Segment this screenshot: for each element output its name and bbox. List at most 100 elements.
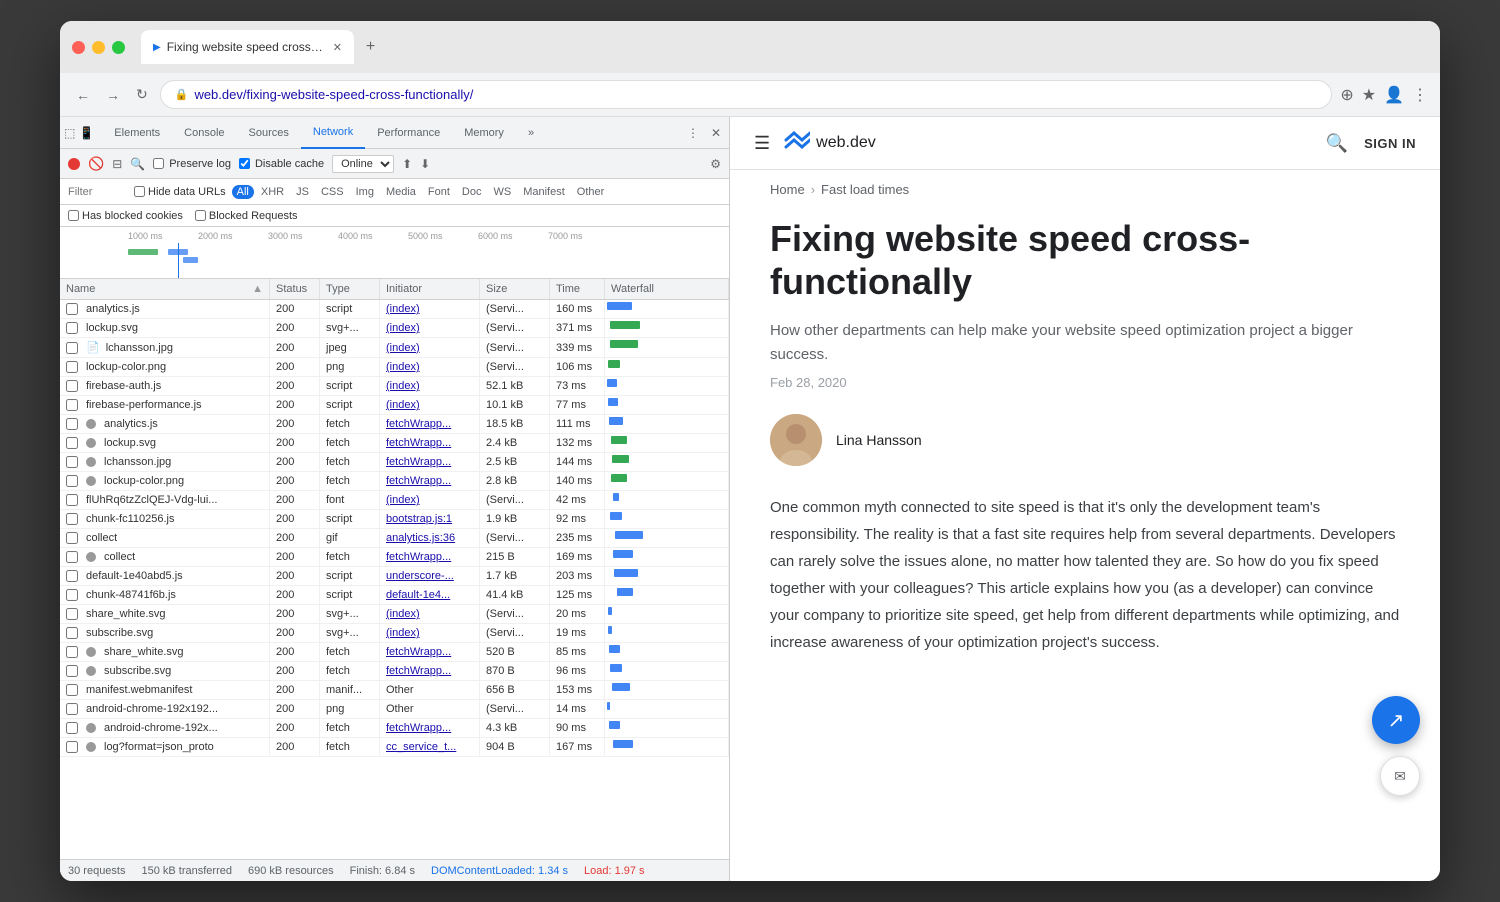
page-header: ☰ web.dev 🔍 SIGN IN — [730, 117, 1440, 170]
browser-window: ▶ Fixing website speed cross-fu... ✕ + ←… — [60, 21, 1440, 881]
table-row[interactable]: lockup.svg 200 svg+... (index) (Servi...… — [60, 319, 729, 338]
address-input[interactable]: 🔒 web.dev/fixing-website-speed-cross-fun… — [160, 80, 1333, 109]
table-row[interactable]: collect 200 fetch fetchWrapp... 215 B 16… — [60, 548, 729, 567]
upload-icon[interactable]: ⬆ — [402, 157, 412, 171]
devtools-device-icon[interactable]: 📱 — [79, 126, 94, 140]
filter-icon[interactable]: ⊟ — [112, 157, 122, 171]
table-row[interactable]: chunk-48741f6b.js 200 script default-1e4… — [60, 586, 729, 605]
tab-bar: ▶ Fixing website speed cross-fu... ✕ + — [141, 30, 1428, 64]
maximize-button[interactable] — [112, 41, 125, 54]
table-row[interactable]: lockup.svg 200 fetch fetchWrapp... 2.4 k… — [60, 434, 729, 453]
table-row[interactable]: android-chrome-192x... 200 fetch fetchWr… — [60, 719, 729, 738]
breadcrumb-home[interactable]: Home — [770, 182, 805, 197]
timeline-label-3000: 3000 ms — [268, 231, 303, 241]
table-row[interactable]: lockup-color.png 200 png (index) (Servi.… — [60, 358, 729, 377]
hamburger-icon[interactable]: ☰ — [754, 133, 770, 154]
table-row[interactable]: manifest.webmanifest 200 manif... Other … — [60, 681, 729, 700]
domcontent-loaded-time[interactable]: DOMContentLoaded: 1.34 s — [431, 865, 568, 877]
filter-ws[interactable]: WS — [488, 185, 516, 199]
avatar — [770, 414, 822, 466]
devtools-close-icon[interactable]: ✕ — [707, 122, 725, 144]
tab-close-icon[interactable]: ✕ — [333, 41, 342, 54]
search-button[interactable]: 🔍 — [130, 157, 145, 171]
table-row[interactable]: analytics.js 200 script (index) (Servi..… — [60, 300, 729, 319]
filter-xhr[interactable]: XHR — [256, 185, 289, 199]
table-header: Name ▲ Status Type Initiator Size Time W… — [60, 279, 729, 300]
url-text: web.dev/fixing-website-speed-cross-funct… — [194, 87, 473, 102]
table-row[interactable]: firebase-auth.js 200 script (index) 52.1… — [60, 377, 729, 396]
email-fab-button[interactable]: ✉ — [1380, 756, 1420, 796]
col-name: Name ▲ — [60, 279, 270, 299]
extensions-icon[interactable]: ⊕ — [1340, 85, 1353, 105]
col-size: Size — [480, 279, 550, 299]
table-row[interactable]: lockup-color.png 200 fetch fetchWrapp...… — [60, 472, 729, 491]
share-fab-button[interactable]: ↗ — [1372, 696, 1420, 744]
logo-text: web.dev — [816, 134, 876, 152]
breadcrumb-separator: › — [811, 182, 815, 197]
filter-other[interactable]: Other — [572, 185, 610, 199]
active-tab[interactable]: ▶ Fixing website speed cross-fu... ✕ — [141, 30, 354, 64]
table-row[interactable]: lchansson.jpg 200 fetch fetchWrapp... 2.… — [60, 453, 729, 472]
hide-data-urls-checkbox[interactable]: Hide data URLs — [134, 186, 226, 198]
tab-memory[interactable]: Memory — [452, 117, 516, 149]
table-row[interactable]: 📄lchansson.jpg 200 jpeg (index) (Servi..… — [60, 338, 729, 358]
close-button[interactable] — [72, 41, 85, 54]
bookmarks-icon[interactable]: ★ — [1362, 85, 1376, 105]
tab-performance[interactable]: Performance — [365, 117, 452, 149]
filter-img[interactable]: Img — [351, 185, 379, 199]
filter-media[interactable]: Media — [381, 185, 421, 199]
table-row[interactable]: share_white.svg 200 svg+... (index) (Ser… — [60, 605, 729, 624]
filter-js[interactable]: JS — [291, 185, 314, 199]
filter-all[interactable]: All — [232, 185, 254, 199]
table-row[interactable]: subscribe.svg 200 svg+... (index) (Servi… — [60, 624, 729, 643]
devtools-inspect-icon[interactable]: ⬚ — [64, 126, 75, 140]
menu-icon[interactable]: ⋮ — [1412, 85, 1428, 105]
back-button[interactable]: ← — [72, 83, 94, 107]
blocked-cookies-checkbox[interactable]: Has blocked cookies — [68, 210, 183, 222]
timeline-label-7000: 7000 ms — [548, 231, 583, 241]
devtools-options-icon[interactable]: ⋮ — [683, 122, 703, 144]
record-button[interactable] — [68, 158, 80, 170]
article-body: One common myth connected to site speed … — [770, 494, 1400, 656]
load-time[interactable]: Load: 1.97 s — [584, 865, 645, 877]
filter-manifest[interactable]: Manifest — [518, 185, 570, 199]
filter-input[interactable] — [68, 186, 128, 198]
blocked-requests-checkbox[interactable]: Blocked Requests — [195, 210, 298, 222]
search-icon[interactable]: 🔍 — [1326, 133, 1348, 154]
tab-more[interactable]: » — [516, 117, 546, 149]
tab-console[interactable]: Console — [172, 117, 236, 149]
filter-font[interactable]: Font — [423, 185, 455, 199]
forward-button[interactable]: → — [102, 83, 124, 107]
table-row[interactable]: flUhRq6tzZclQEJ-Vdg-lui... 200 font (ind… — [60, 491, 729, 510]
table-row[interactable]: android-chrome-192x192... 200 png Other … — [60, 700, 729, 719]
disable-cache-checkbox[interactable]: Disable cache — [239, 158, 324, 170]
throttle-select[interactable]: Online — [332, 155, 394, 173]
header-actions: 🔍 SIGN IN — [1326, 133, 1416, 154]
tab-sources[interactable]: Sources — [237, 117, 301, 149]
stop-button[interactable]: 🚫 — [88, 156, 104, 172]
preserve-log-checkbox[interactable]: Preserve log — [153, 158, 231, 170]
table-row[interactable]: chunk-fc110256.js 200 script bootstrap.j… — [60, 510, 729, 529]
table-row[interactable]: subscribe.svg 200 fetch fetchWrapp... 87… — [60, 662, 729, 681]
col-time: Time — [550, 279, 605, 299]
new-tab-button[interactable]: + — [358, 34, 383, 60]
table-row[interactable]: default-1e40abd5.js 200 script underscor… — [60, 567, 729, 586]
sign-in-button[interactable]: SIGN IN — [1364, 136, 1416, 151]
refresh-button[interactable]: ↻ — [132, 82, 152, 107]
filter-css[interactable]: CSS — [316, 185, 349, 199]
minimize-button[interactable] — [92, 41, 105, 54]
table-row[interactable]: collect 200 gif analytics.js:36 (Servi..… — [60, 529, 729, 548]
table-row[interactable]: firebase-performance.js 200 script (inde… — [60, 396, 729, 415]
table-row[interactable]: log?format=json_proto 200 fetch cc_servi… — [60, 738, 729, 757]
network-table: Name ▲ Status Type Initiator Size Time W… — [60, 279, 729, 859]
filter-doc[interactable]: Doc — [457, 185, 487, 199]
table-row[interactable]: share_white.svg 200 fetch fetchWrapp... … — [60, 643, 729, 662]
tab-elements[interactable]: Elements — [102, 117, 172, 149]
tab-favicon-icon: ▶ — [153, 42, 161, 53]
table-row[interactable]: analytics.js 200 fetch fetchWrapp... 18.… — [60, 415, 729, 434]
network-toolbar: 🚫 ⊟ 🔍 Preserve log Disable cache Online … — [60, 149, 729, 179]
tab-network[interactable]: Network — [301, 117, 365, 149]
settings-icon[interactable]: ⚙ — [710, 157, 721, 171]
download-icon[interactable]: ⬇ — [420, 157, 430, 171]
account-icon[interactable]: 👤 — [1384, 85, 1404, 105]
